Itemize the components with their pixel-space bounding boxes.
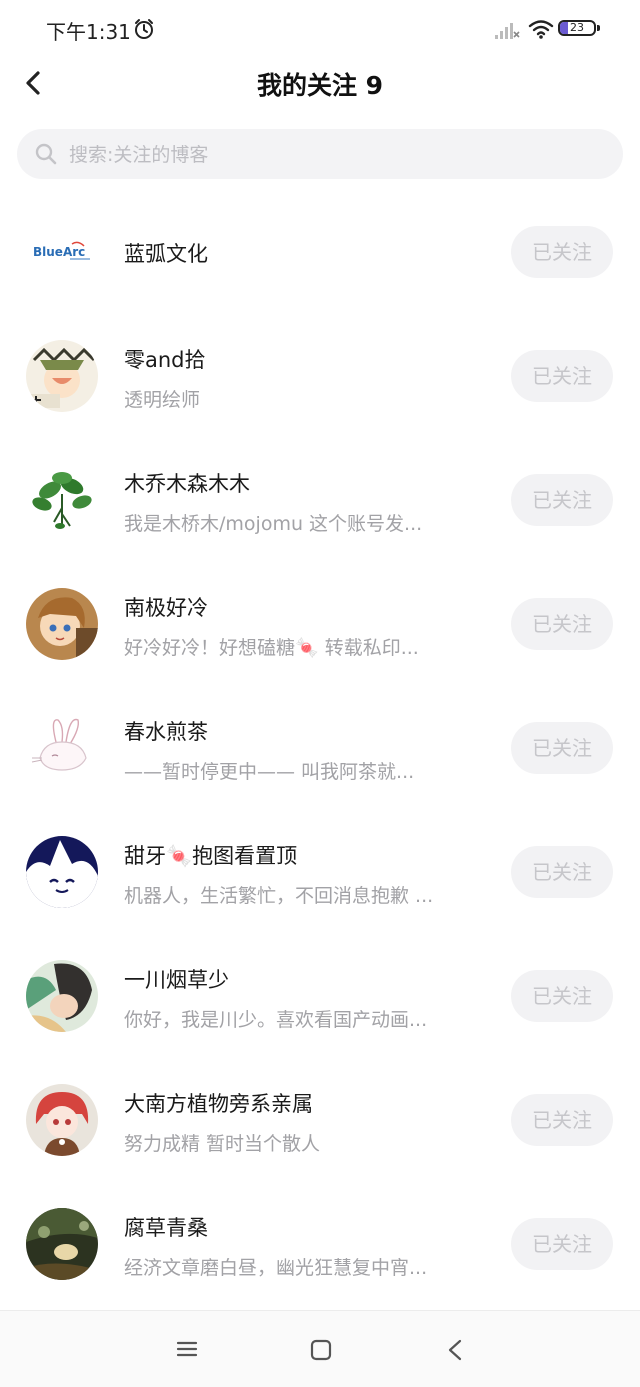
followed-button[interactable]: 已关注 xyxy=(511,1218,613,1270)
item-name: 南极好冷 xyxy=(124,596,208,620)
followed-button[interactable]: 已关注 xyxy=(511,970,613,1022)
list-item[interactable]: 零and拾 透明绘师 已关注 xyxy=(0,314,640,438)
status-time: 下午1:31 xyxy=(46,20,131,44)
avatar[interactable] xyxy=(26,1084,98,1156)
search-input[interactable] xyxy=(67,129,611,181)
battery-level: 23 xyxy=(570,21,584,34)
avatar[interactable] xyxy=(26,340,98,412)
avatar[interactable] xyxy=(26,960,98,1032)
item-name: 一川烟草少 xyxy=(124,968,229,992)
followed-button[interactable]: 已关注 xyxy=(511,1094,613,1146)
item-name: 甜牙🍬抱图看置顶 xyxy=(124,844,298,868)
item-description: 我是木桥木/mojomu 这个账号发... xyxy=(124,513,423,535)
avatar[interactable] xyxy=(26,712,98,784)
page-title: 我的关注 9 xyxy=(256,71,384,100)
item-description: 经济文章磨白昼，幽光狂慧复中宵... xyxy=(124,1257,428,1279)
list-item[interactable]: 春水煎茶 ——暂时停更中—— 叫我阿茶就... 已关注 xyxy=(0,686,640,810)
list-item[interactable]: 甜牙🍬抱图看置顶 机器人，生活繁忙，不回消息抱歉 ... 已关注 xyxy=(0,810,640,934)
status-bar: 下午1:31 23 xyxy=(0,0,640,58)
list-item[interactable]: 南极好冷 好冷好冷！好想磕糖🍬 转载私印... 已关注 xyxy=(0,562,640,686)
battery-icon: 23 xyxy=(558,20,596,36)
item-description: 努力成精 暂时当个散人 xyxy=(124,1133,321,1155)
avatar[interactable]: BlueArc xyxy=(26,216,98,288)
avatar-logo-text: BlueArc xyxy=(33,245,85,259)
followed-button[interactable]: 已关注 xyxy=(511,474,613,526)
item-description: 好冷好冷！好想磕糖🍬 转载私印... xyxy=(124,637,419,659)
item-name: 木乔木森木木 xyxy=(124,472,250,496)
avatar[interactable] xyxy=(26,1208,98,1280)
followed-button[interactable]: 已关注 xyxy=(511,846,613,898)
avatar[interactable] xyxy=(26,836,98,908)
item-name: 春水煎茶 xyxy=(124,720,208,744)
followed-button[interactable]: 已关注 xyxy=(511,598,613,650)
avatar[interactable] xyxy=(26,464,98,536)
item-name: 腐草青桑 xyxy=(124,1216,208,1240)
list-item[interactable]: 腐草青桑 经济文章磨白昼，幽光狂慧复中宵... 已关注 xyxy=(0,1182,640,1306)
list-item[interactable]: 木乔木森木木 我是木桥木/mojomu 这个账号发... 已关注 xyxy=(0,438,640,562)
item-description: 透明绘师 xyxy=(124,389,201,411)
list-item[interactable]: BlueArc 蓝弧文化 已关注 xyxy=(0,190,640,314)
system-nav-bar xyxy=(0,1310,640,1387)
signal-icon xyxy=(495,23,520,39)
item-description: 机器人，生活繁忙，不回消息抱歉 ... xyxy=(124,885,434,907)
back-triangle-icon[interactable] xyxy=(446,1338,464,1362)
wifi-icon xyxy=(528,20,554,39)
followed-button[interactable]: 已关注 xyxy=(511,226,613,278)
item-name: 零and拾 xyxy=(124,348,206,372)
avatar[interactable] xyxy=(26,588,98,660)
item-name: 蓝弧文化 xyxy=(124,242,208,266)
home-square-icon[interactable] xyxy=(310,1339,332,1361)
followed-button[interactable]: 已关注 xyxy=(511,350,613,402)
list-item[interactable]: 一川烟草少 你好，我是川少。喜欢看国产动画... 已关注 xyxy=(0,934,640,1058)
list-item[interactable]: 大南方植物旁系亲属 努力成精 暂时当个散人 已关注 xyxy=(0,1058,640,1182)
item-description: ——暂时停更中—— 叫我阿茶就... xyxy=(124,761,415,783)
item-description: 你好，我是川少。喜欢看国产动画... xyxy=(124,1009,428,1031)
search-box[interactable] xyxy=(17,129,623,181)
search-icon xyxy=(35,143,57,165)
alarm-icon xyxy=(135,19,153,39)
header: 我的关注 9 xyxy=(0,58,640,108)
menu-icon[interactable] xyxy=(176,1339,198,1359)
followed-button[interactable]: 已关注 xyxy=(511,722,613,774)
item-name: 大南方植物旁系亲属 xyxy=(124,1092,313,1116)
battery-tip xyxy=(597,25,600,31)
